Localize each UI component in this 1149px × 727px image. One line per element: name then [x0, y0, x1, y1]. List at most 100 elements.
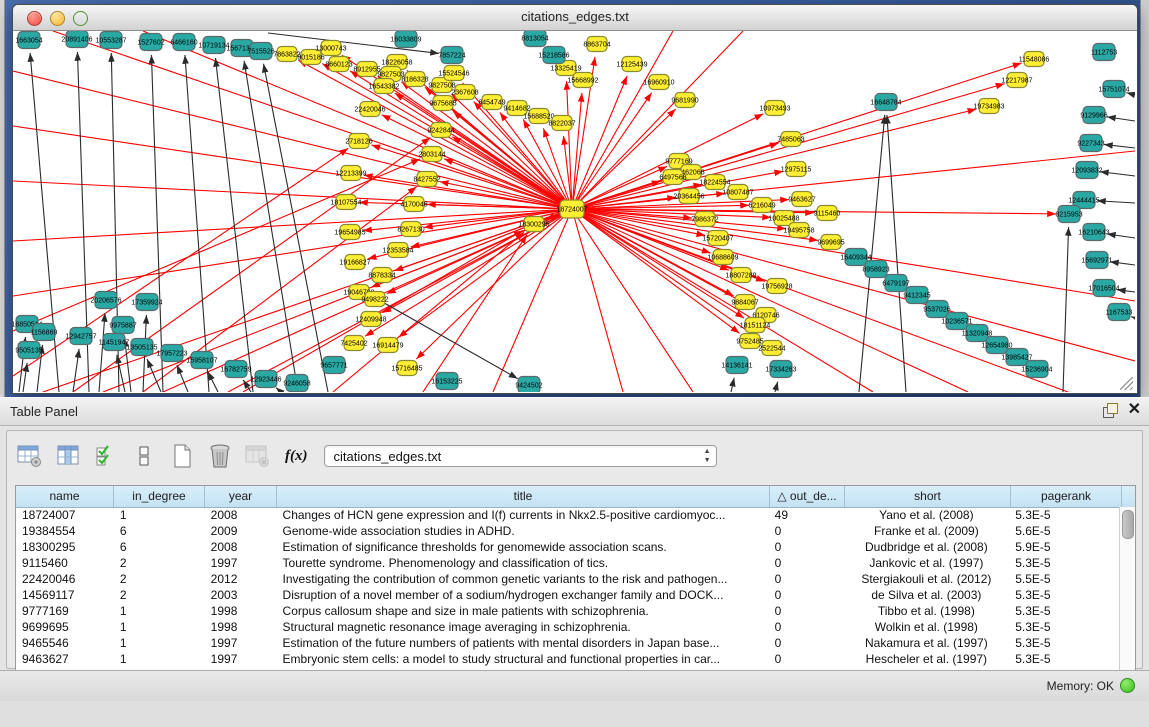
- table-cell[interactable]: 18300295: [16, 539, 114, 555]
- table-cell[interactable]: Nakamura et al. (1997): [844, 635, 1010, 651]
- table-cell[interactable]: 9115460: [16, 555, 114, 571]
- table-cell[interactable]: Estimation of significance thresholds fo…: [277, 539, 769, 555]
- table-row[interactable]: 977716911998Corpus callosum shape and si…: [16, 603, 1120, 619]
- table-cell[interactable]: Genome-wide association studies in ADHD.: [277, 523, 769, 539]
- column-header-pagerank[interactable]: pagerank: [1011, 486, 1122, 507]
- graph-edge[interactable]: [1107, 234, 1135, 238]
- table-cell[interactable]: Disruption of a novel member of a sodium…: [277, 587, 769, 603]
- table-cell[interactable]: 2009: [205, 523, 277, 539]
- table-cell[interactable]: 0: [769, 571, 844, 587]
- table-cell[interactable]: 2003: [205, 587, 277, 603]
- float-panel-icon[interactable]: [1103, 403, 1118, 418]
- table-cell[interactable]: 5.5E-5: [1009, 571, 1120, 587]
- graph-edge[interactable]: [1117, 290, 1135, 292]
- table-cell[interactable]: 6: [114, 539, 205, 555]
- show-columns-icon[interactable]: [53, 442, 83, 470]
- table-cell[interactable]: 0: [769, 539, 844, 555]
- create-table-icon[interactable]: [167, 442, 197, 470]
- table-cell[interactable]: Franke et al. (2009): [844, 523, 1010, 539]
- table-cell[interactable]: Tourette syndrome. Phenomenology and cla…: [277, 555, 769, 571]
- table-cell[interactable]: 1997: [205, 651, 277, 667]
- graph-edge[interactable]: [572, 109, 976, 209]
- table-cell[interactable]: Stergiakouli et al. (2012): [844, 571, 1010, 587]
- graph-edge[interactable]: [13, 159, 420, 331]
- table-cell[interactable]: 9465546: [16, 635, 114, 651]
- graph-edge[interactable]: [572, 209, 1135, 361]
- table-cell[interactable]: 5.3E-5: [1009, 603, 1120, 619]
- graph-edge[interactable]: [572, 209, 1068, 392]
- graph-edge[interactable]: [1107, 117, 1135, 121]
- graph-edge[interactable]: [99, 313, 105, 392]
- graph-edge[interactable]: [73, 349, 79, 392]
- column-header-title[interactable]: title: [277, 486, 770, 507]
- table-cell[interactable]: 5.9E-5: [1009, 539, 1120, 555]
- table-row[interactable]: 969969511998Structural magnetic resonanc…: [16, 619, 1120, 635]
- graph-edge[interactable]: [493, 209, 572, 392]
- table-cell[interactable]: Tibbo et al. (1998): [844, 603, 1010, 619]
- table-scrollbar[interactable]: [1119, 507, 1135, 674]
- table-settings-icon[interactable]: [15, 442, 45, 470]
- table-select-dropdown[interactable]: citations_edges.txt ▲ ▼: [324, 445, 717, 467]
- table-cell[interactable]: 2012: [205, 571, 277, 587]
- table-cell[interactable]: 14569117: [16, 587, 114, 603]
- table-cell[interactable]: 2008: [205, 507, 277, 523]
- delete-rows-icon[interactable]: [205, 442, 235, 470]
- column-header-year[interactable]: year: [205, 486, 277, 507]
- table-cell[interactable]: 1998: [205, 603, 277, 619]
- table-cell[interactable]: 0: [769, 603, 844, 619]
- table-cell[interactable]: 0: [769, 635, 844, 651]
- column-header-name[interactable]: name: [16, 486, 114, 507]
- table-row[interactable]: 946362711997Embryonic stem cells: a mode…: [16, 651, 1120, 667]
- graph-edge[interactable]: [1110, 262, 1135, 265]
- graph-edge[interactable]: [143, 187, 417, 392]
- column-header-short[interactable]: short: [845, 486, 1011, 507]
- table-cell[interactable]: 6: [114, 523, 205, 539]
- table-cell[interactable]: 1997: [205, 635, 277, 651]
- table-cell[interactable]: Investigating the contribution of common…: [277, 571, 769, 587]
- table-cell[interactable]: 2008: [205, 539, 277, 555]
- table-cell[interactable]: Embryonic stem cells: a model to study s…: [277, 651, 769, 667]
- graph-edge[interactable]: [572, 76, 627, 209]
- table-cell[interactable]: 9699695: [16, 619, 114, 635]
- table-cell[interactable]: de Silva et al. (2003): [844, 587, 1010, 603]
- table-cell[interactable]: Corpus callosum shape and size in male p…: [277, 603, 769, 619]
- close-panel-icon[interactable]: ✕: [1128, 402, 1141, 418]
- graph-edge[interactable]: [1131, 317, 1135, 318]
- table-cell[interactable]: 9777169: [16, 603, 114, 619]
- table-cell[interactable]: 1998: [205, 619, 277, 635]
- graph-edge[interactable]: [13, 209, 572, 296]
- table-cell[interactable]: Wolkin et al. (1998): [844, 619, 1010, 635]
- graph-edge[interactable]: [276, 388, 281, 392]
- table-cell[interactable]: Structural magnetic resonance image aver…: [277, 619, 769, 635]
- graph-edge[interactable]: [1100, 172, 1135, 176]
- table-cell[interactable]: 1: [114, 619, 205, 635]
- table-cell[interactable]: 5.3E-5: [1009, 555, 1120, 571]
- memory-ok-indicator-icon[interactable]: [1120, 678, 1135, 693]
- graph-edge[interactable]: [13, 148, 348, 376]
- table-cell[interactable]: Changes of HCN gene expression and I(f) …: [277, 507, 769, 523]
- table-cell[interactable]: 1997: [205, 555, 277, 571]
- table-cell[interactable]: 2: [114, 571, 205, 587]
- graph-edge[interactable]: [887, 115, 906, 392]
- table-cell[interactable]: Estimation of the future numbers of pati…: [277, 635, 769, 651]
- table-cell[interactable]: 1: [114, 603, 205, 619]
- table-cell[interactable]: 22420046: [16, 571, 114, 587]
- table-cell[interactable]: Yano et al. (2008): [844, 507, 1010, 523]
- graph-edge[interactable]: [775, 382, 778, 392]
- graph-edge[interactable]: [177, 365, 188, 392]
- table-cell[interactable]: 5.3E-5: [1009, 635, 1120, 651]
- graph-edge[interactable]: [1063, 227, 1069, 392]
- network-canvas[interactable]: 1872400786601238912955182260589827503165…: [13, 31, 1135, 392]
- graph-edge[interactable]: [572, 151, 1135, 209]
- table-cell[interactable]: 18724007: [16, 507, 114, 523]
- table-cell[interactable]: 19384554: [16, 523, 114, 539]
- table-cell[interactable]: 5.3E-5: [1009, 507, 1120, 523]
- table-cell[interactable]: 1: [114, 635, 205, 651]
- graph-edge[interactable]: [1097, 201, 1135, 203]
- table-cell[interactable]: 5.6E-5: [1009, 523, 1120, 539]
- table-row[interactable]: 1872400712008Changes of HCN gene express…: [16, 507, 1120, 523]
- table-cell[interactable]: Dudbridge et al. (2008): [844, 539, 1010, 555]
- table-row[interactable]: 1456911722003Disruption of a novel membe…: [16, 587, 1120, 603]
- table-row[interactable]: 911546021997Tourette syndrome. Phenomeno…: [16, 555, 1120, 571]
- row-height-icon[interactable]: [129, 442, 159, 470]
